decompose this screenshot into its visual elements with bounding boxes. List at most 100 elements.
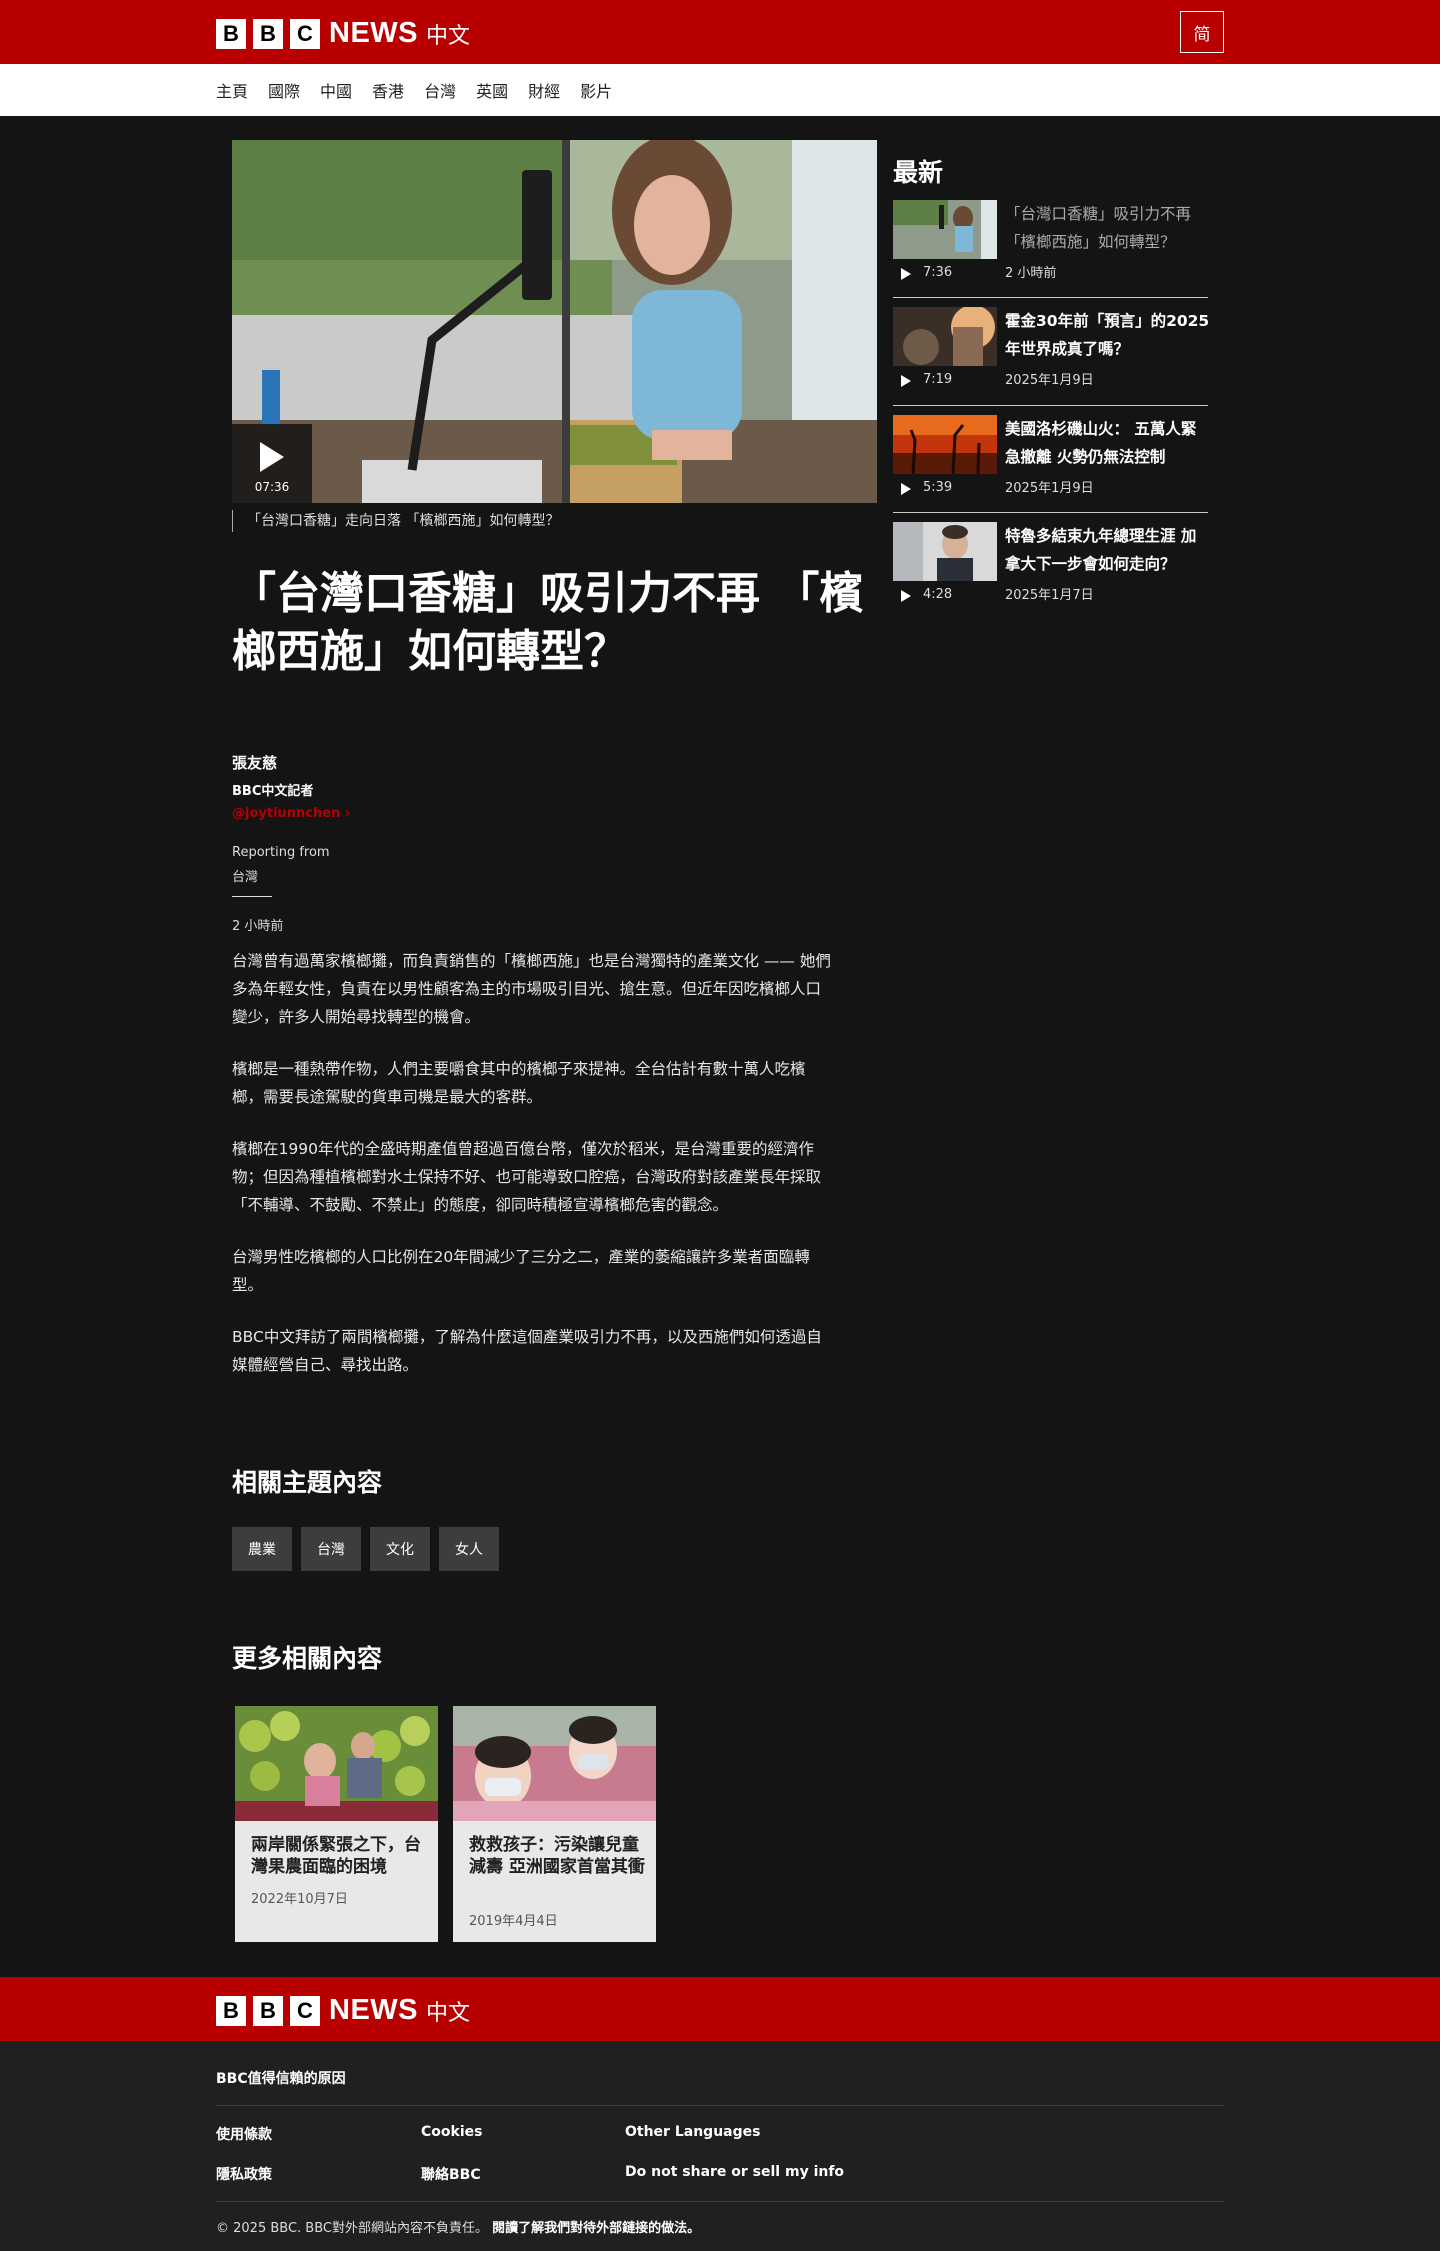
author-role: BBC中文記者 bbox=[232, 784, 314, 799]
nav-item-international[interactable]: 國際 bbox=[268, 78, 300, 102]
author-twitter-link[interactable]: @joytiunnchen › bbox=[232, 806, 350, 821]
footer-brand-bar: B B C NEWS 中文 bbox=[0, 1977, 1440, 2041]
copyright-notice: © 2025 BBC. BBC對外部網站內容不負責任。 閱讀了解我們對待外部鏈接… bbox=[216, 2217, 700, 2236]
chevron-right-icon: › bbox=[344, 806, 351, 821]
external-links-policy-link[interactable]: 閱讀了解我們對待外部鏈接的做法。 bbox=[492, 2221, 700, 2236]
footer-divider bbox=[216, 2105, 1224, 2106]
latest-item-title: 特魯多結束九年總理生涯 加拿大下一步會如何走向？ bbox=[1005, 527, 1197, 573]
logo-letter-b2: B bbox=[253, 1995, 283, 2026]
nav-item-hong-kong[interactable]: 香港 bbox=[372, 78, 404, 102]
play-icon bbox=[260, 442, 284, 472]
latest-item-duration: 4:28 bbox=[923, 587, 953, 602]
byline-divider bbox=[232, 896, 272, 897]
nav-item-china[interactable]: 中國 bbox=[320, 78, 352, 102]
related-article-title: 救救孩子：污染讓兒童減壽 亞洲國家首當其衝 bbox=[469, 1835, 645, 1877]
related-article-title: 兩岸關係緊張之下，台灣果農面臨的困境 bbox=[251, 1835, 421, 1877]
article-paragraph-2: 檳榔是一種熱帶作物，人們主要嚼食其中的檳榔子來提神。全台估計有數十萬人吃檳榔，需… bbox=[232, 1060, 806, 1106]
latest-item-duration: 7:36 bbox=[923, 265, 953, 280]
author-handle-text: @joytiunnchen bbox=[232, 806, 341, 821]
latest-item[interactable]: 4:28 特魯多結束九年總理生涯 加拿大下一步會如何走向？ 2025年1月7日 bbox=[893, 522, 1208, 622]
latest-item-title: 美國洛杉磯山火： 五萬人緊急撤離 火勢仍無法控制 bbox=[1005, 420, 1197, 466]
author-name: 張友慈 bbox=[232, 754, 278, 772]
article-headline: 「台灣口香糖」吸引力不再 「檳榔西施」如何轉型？ bbox=[232, 568, 864, 677]
article-paragraph-1: 台灣曾有過萬家檳榔攤，而負責銷售的「檳榔西施」也是台灣獨特的產業文化 —— 她們… bbox=[232, 952, 831, 1026]
nav-list: 主頁 國際 中國 香港 台灣 英國 財經 影片 bbox=[216, 64, 632, 116]
nav-item-taiwan[interactable]: 台灣 bbox=[424, 78, 456, 102]
latest-item[interactable]: 7:36 「台灣口香糖」吸引力不再 「檳榔西施」如何轉型？ 2 小時前 bbox=[893, 200, 1208, 300]
contact-bbc-link[interactable]: 聯絡BBC bbox=[421, 2164, 481, 2184]
video-duration: 07:36 bbox=[254, 480, 290, 494]
sidebar-divider bbox=[893, 512, 1208, 513]
latest-item-duration: 5:39 bbox=[923, 480, 953, 495]
article-paragraph-4: 台灣男性吃檳榔的人口比例在20年間減少了三分之二，產業的萎縮讓許多業者面臨轉型。 bbox=[232, 1248, 810, 1294]
play-icon bbox=[901, 483, 911, 495]
footer-divider bbox=[216, 2201, 1224, 2202]
terms-of-use-link[interactable]: 使用條款 bbox=[216, 2124, 272, 2144]
footer-bbc-news-logo[interactable]: B B C NEWS 中文 bbox=[216, 1994, 470, 2027]
latest-section-title: 最新 bbox=[893, 158, 944, 187]
latest-item-thumbnail bbox=[893, 307, 997, 366]
bbc-news-logo[interactable]: B B C NEWS 中文 bbox=[216, 17, 470, 50]
logo-language-text: 中文 bbox=[426, 2000, 471, 2026]
latest-item-thumbnail bbox=[893, 200, 997, 259]
reporting-from-label: Reporting from bbox=[232, 845, 330, 860]
logo-letter-b2: B bbox=[253, 18, 283, 49]
logo-letter-b1: B bbox=[216, 1995, 246, 2026]
latest-item-date: 2025年1月9日 bbox=[1005, 481, 1094, 496]
sidebar-divider bbox=[893, 297, 1208, 298]
logo-news-text: NEWS bbox=[329, 1994, 418, 2026]
related-topics-title: 相關主題內容 bbox=[232, 1468, 383, 1497]
video-caption: 「台灣口香糖」走向日落 「檳榔西施」如何轉型？ bbox=[232, 510, 559, 532]
related-article-date: 2022年10月7日 bbox=[251, 1892, 348, 1907]
related-article-card[interactable]: 兩岸關係緊張之下，台灣果農面臨的困境 2022年10月7日 bbox=[235, 1706, 438, 1942]
publish-time: 2 小時前 bbox=[232, 919, 284, 934]
latest-item-date: 2025年1月7日 bbox=[1005, 588, 1094, 603]
play-icon bbox=[901, 590, 911, 602]
other-languages-link[interactable]: Other Languages bbox=[625, 2124, 760, 2140]
latest-item-duration: 7:19 bbox=[923, 372, 953, 387]
latest-item-thumbnail bbox=[893, 522, 997, 581]
play-icon bbox=[901, 268, 911, 280]
latest-item-thumbnail bbox=[893, 415, 997, 474]
latest-item-title: 霍金30年前「預言」的2025年世界成真了嗎？ bbox=[1005, 312, 1210, 358]
video-player[interactable] bbox=[232, 140, 877, 503]
do-not-share-link[interactable]: Do not share or sell my info bbox=[625, 2164, 844, 2180]
related-article-image bbox=[235, 1706, 438, 1821]
related-article-image bbox=[453, 1706, 656, 1821]
logo-news-text: NEWS bbox=[329, 17, 418, 49]
why-trust-bbc-link[interactable]: BBC值得信賴的原因 bbox=[216, 2068, 346, 2088]
copyright-text: © 2025 BBC. BBC對外部網站內容不負責任。 bbox=[216, 2221, 488, 2236]
latest-item[interactable]: 5:39 美國洛杉磯山火： 五萬人緊急撤離 火勢仍無法控制 2025年1月9日 bbox=[893, 415, 1208, 515]
topic-tag-culture[interactable]: 文化 bbox=[370, 1527, 430, 1571]
related-article-date: 2019年4月4日 bbox=[469, 1914, 558, 1929]
topic-tags: 農業 台灣 文化 女人 bbox=[232, 1527, 508, 1571]
cookies-link[interactable]: Cookies bbox=[421, 2124, 482, 2140]
top-bar: B B C NEWS 中文 简 bbox=[0, 0, 1440, 64]
navigation-bar: 主頁 國際 中國 香港 台灣 英國 財經 影片 bbox=[0, 64, 1440, 116]
more-related-title: 更多相關內容 bbox=[232, 1644, 383, 1673]
latest-item[interactable]: 7:19 霍金30年前「預言」的2025年世界成真了嗎？ 2025年1月9日 bbox=[893, 307, 1210, 407]
logo-letter-b1: B bbox=[216, 18, 246, 49]
sidebar-divider bbox=[893, 405, 1208, 406]
nav-item-uk[interactable]: 英國 bbox=[476, 78, 508, 102]
privacy-policy-link[interactable]: 隱私政策 bbox=[216, 2164, 272, 2184]
latest-item-date: 2025年1月9日 bbox=[1005, 373, 1094, 388]
play-button[interactable]: 07:36 bbox=[232, 424, 312, 503]
topic-tag-taiwan[interactable]: 台灣 bbox=[301, 1527, 361, 1571]
nav-item-business[interactable]: 財經 bbox=[528, 78, 560, 102]
nav-item-video[interactable]: 影片 bbox=[580, 78, 612, 102]
logo-language-text: 中文 bbox=[426, 23, 471, 49]
topic-tag-women[interactable]: 女人 bbox=[439, 1527, 499, 1571]
logo-letter-c: C bbox=[290, 18, 320, 49]
topic-tag-agriculture[interactable]: 農業 bbox=[232, 1527, 292, 1571]
related-article-card[interactable]: 救救孩子：污染讓兒童減壽 亞洲國家首當其衝 2019年4月4日 bbox=[453, 1706, 656, 1942]
article-paragraph-3: 檳榔在1990年代的全盛時期產值曾超過百億台幣，僅次於稻米，是台灣重要的經濟作物… bbox=[232, 1140, 822, 1214]
simplified-chinese-toggle-button[interactable]: 简 bbox=[1180, 11, 1224, 53]
video-thumbnail-image bbox=[232, 140, 877, 503]
logo-letter-c: C bbox=[290, 1995, 320, 2026]
reporting-location: 台灣 bbox=[232, 870, 259, 885]
nav-item-home[interactable]: 主頁 bbox=[216, 78, 248, 102]
latest-item-title: 「台灣口香糖」吸引力不再 「檳榔西施」如何轉型？ bbox=[1005, 205, 1192, 251]
article-paragraph-5: BBC中文拜訪了兩間檳榔攤，了解為什麼這個產業吸引力不再，以及西施們如何透過自媒… bbox=[232, 1328, 822, 1374]
play-icon bbox=[901, 375, 911, 387]
